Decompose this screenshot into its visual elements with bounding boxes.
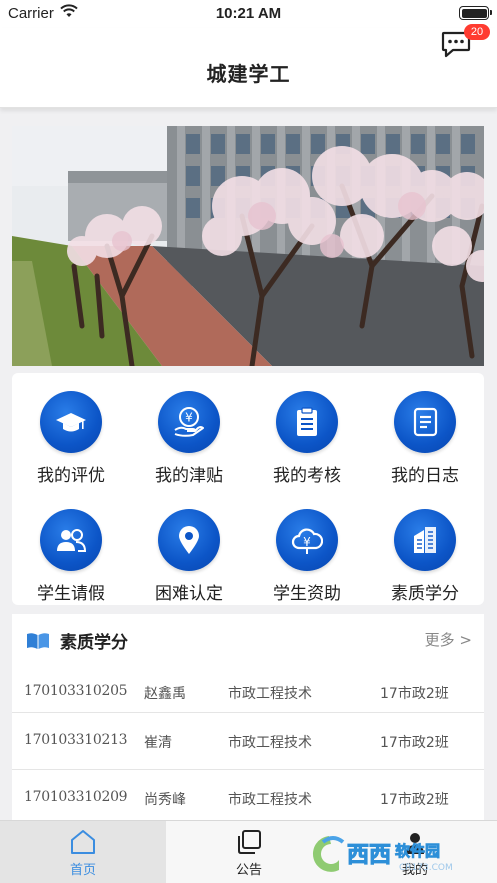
message-count-badge: 20: [464, 24, 490, 40]
status-bar: Carrier 10:21 AM: [0, 0, 497, 28]
grid-item-label: 我的考核: [273, 466, 341, 486]
grid-item-label: 困难认定: [155, 584, 223, 604]
svg-text:西西: 西西: [347, 843, 391, 868]
grid-item-hardship-verification[interactable]: 困难认定: [130, 509, 248, 604]
grid-item-label: 我的评优: [37, 466, 105, 486]
clock: 10:21 AM: [215, 5, 282, 22]
grid-item-my-awards[interactable]: 我的评优: [12, 391, 130, 486]
grid-item-label: 我的日志: [391, 466, 459, 486]
watermark-logo: 西西 软件园 CR173.COM: [303, 832, 483, 876]
more-link[interactable]: 更多 >: [425, 629, 472, 650]
student-class: 17市政2班: [380, 735, 449, 751]
svg-text:软件园: 软件园: [395, 842, 440, 860]
clipboard-icon: [276, 391, 338, 453]
location-pin-icon: [158, 509, 220, 571]
svg-text:CR173.COM: CR173.COM: [399, 863, 453, 873]
student-name: 崔清: [144, 735, 172, 751]
campus-photo: [12, 126, 484, 366]
tab-label: 首页: [69, 863, 96, 878]
grid-item-label: 学生请假: [37, 584, 105, 604]
student-class: 17市政2班: [380, 792, 449, 808]
student-id: 170103310209: [24, 789, 128, 805]
quality-credits-section: 素质学分 更多 > 170103310205 赵鑫禹 市政工程技术 17市政2班…: [12, 614, 484, 824]
svg-text:¥: ¥: [185, 411, 193, 425]
student-major: 市政工程技术: [228, 735, 312, 751]
page-title: 城建学工: [206, 62, 291, 86]
svg-text:¥: ¥: [303, 535, 311, 549]
grid-item-label: 我的津贴: [155, 466, 223, 486]
yuan-cloud-icon: ¥: [276, 509, 338, 571]
grid-item-my-assessment[interactable]: 我的考核: [248, 391, 366, 486]
grid-item-student-leave[interactable]: 学生请假: [12, 509, 130, 604]
banner-image[interactable]: [12, 126, 484, 366]
list-item[interactable]: 170103310209 尚秀峰 市政工程技术 17市政2班: [12, 769, 484, 824]
graduation-cap-icon: [40, 391, 102, 453]
buildings-icon: [394, 509, 456, 571]
student-name: 赵鑫禹: [144, 686, 186, 702]
student-class: 17市政2班: [380, 686, 449, 702]
student-id: 170103310213: [24, 732, 128, 748]
grid-item-my-allowance[interactable]: ¥ 我的津贴: [130, 391, 248, 486]
grid-item-student-aid[interactable]: ¥ 学生资助: [248, 509, 366, 604]
grid-item-my-journal[interactable]: 我的日志: [366, 391, 484, 486]
yuan-hand-icon: ¥: [158, 391, 220, 453]
people-icon: [40, 509, 102, 571]
tab-home[interactable]: 首页: [0, 821, 166, 883]
function-grid: 我的评优 ¥ 我的津贴 我的考核 我的日志 学生请假 困难认定 ¥ 学生资助 素…: [12, 373, 484, 605]
section-header: 素质学分 更多 >: [12, 614, 484, 664]
student-id: 170103310205: [24, 683, 128, 699]
journal-icon: [394, 391, 456, 453]
list-item[interactable]: 170103310213 崔清 市政工程技术 17市政2班: [12, 712, 484, 769]
grid-item-label: 素质学分: [391, 584, 459, 604]
home-icon: [70, 829, 96, 859]
navigation-bar: 城建学工: [0, 28, 497, 108]
section-title: 素质学分: [60, 633, 128, 653]
grid-item-label: 学生资助: [273, 584, 341, 604]
open-book-icon: [26, 632, 50, 654]
student-major: 市政工程技术: [228, 686, 312, 702]
student-name: 尚秀峰: [144, 792, 186, 808]
student-major: 市政工程技术: [228, 792, 312, 808]
notice-icon: [236, 829, 262, 859]
grid-item-quality-credits[interactable]: 素质学分: [366, 509, 484, 604]
battery-icon: [459, 6, 492, 20]
